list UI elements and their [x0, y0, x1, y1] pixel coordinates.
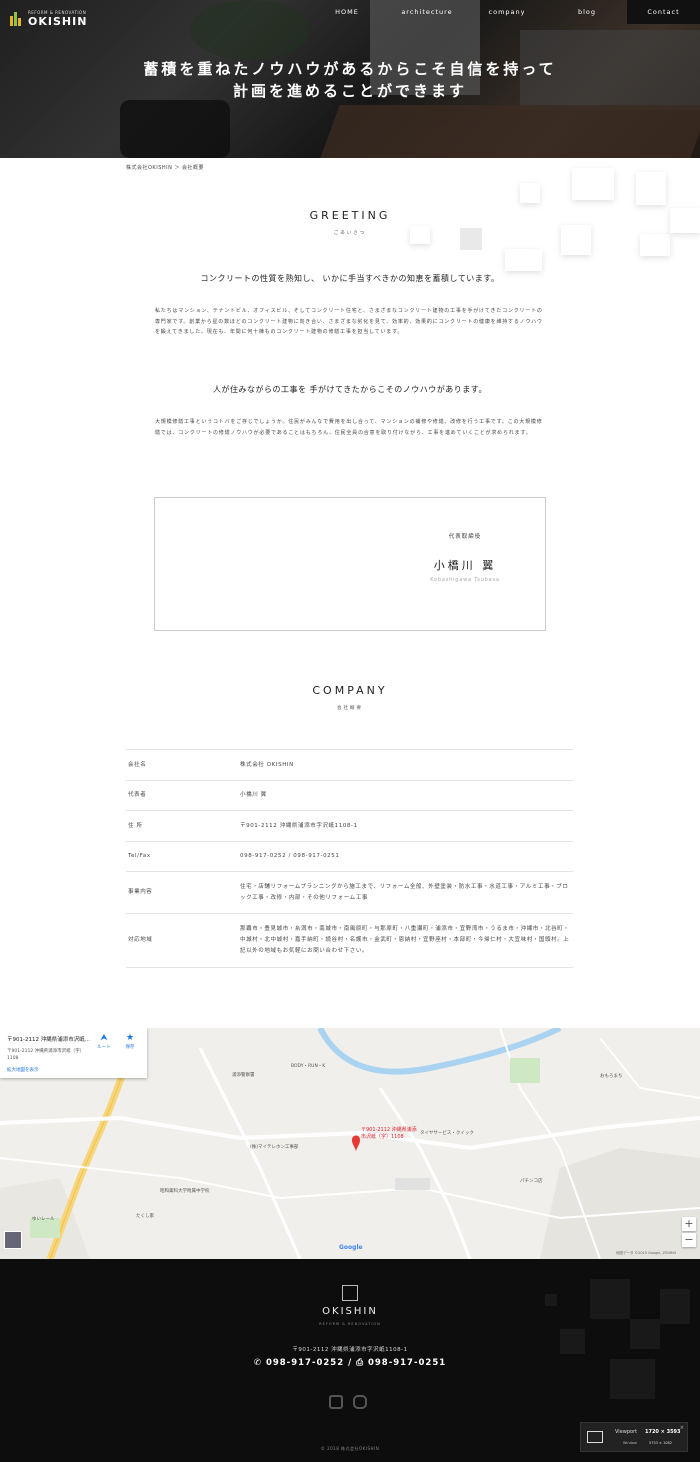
footer-address: 〒901-2112 沖縄県浦添市字沢岻1108-1	[292, 1347, 408, 1353]
map-place-label: ゆいレール	[32, 1217, 55, 1222]
greeting-title: GREETING	[309, 209, 391, 222]
decor-square	[640, 234, 670, 256]
footer-tel[interactable]: 098-917-0252	[266, 1358, 344, 1368]
ceo-name-romaji: Kobashigawa Tsubasa	[430, 577, 500, 583]
global-nav: HOME architecture company blog Contact	[307, 0, 700, 24]
ceo-card: 代表取締役 小橋川 翼 Kobashigawa Tsubasa	[154, 497, 546, 631]
row-value: 小橋川 翼	[240, 780, 573, 811]
fax-icon: ⎙	[356, 1358, 368, 1368]
viewport-overlay: Viewport 1720 × 3593 Window 5753 × 1082 …	[580, 1422, 688, 1452]
map-place-label: たくし家	[136, 1214, 154, 1219]
logo-mark-icon	[10, 12, 24, 26]
row-value: 〒901-2112 沖縄県浦添市字沢岻1108-1	[240, 810, 573, 842]
row-key: 事業内容	[126, 871, 240, 914]
map-place-label: BODY・RUN・K	[291, 1064, 326, 1069]
footer-logo-tagline: REFORM & RENOVATION	[319, 1322, 381, 1326]
nav-blog[interactable]: blog	[547, 0, 627, 24]
map-place-label: パチンコ店	[520, 1179, 543, 1184]
greeting-body-2: 大規模修繕工事というコトバをご存じでしょうか。住民がみんなで費用を出し合って、マ…	[155, 419, 543, 436]
viewport-label: Viewport	[615, 1429, 638, 1435]
greeting-subtitle: ごあいさつ	[333, 231, 367, 236]
logo-name: OKISHIN	[28, 15, 88, 28]
page: REFORM & RENOVATION OKISHIN HOME archite…	[0, 0, 700, 1462]
map-place-label: 浦添警察署	[232, 1073, 255, 1078]
table-row: 住 所 〒901-2112 沖縄県浦添市字沢岻1108-1	[126, 810, 573, 842]
zoom-out-button[interactable]: −	[682, 1233, 696, 1247]
map-place-label: おもろまち	[600, 1074, 623, 1079]
company-info-table: 会社名 株式会社 OKISHIN 代表者 小橋川 翼 住 所 〒901-2112…	[126, 749, 573, 968]
star-icon: ★	[125, 1033, 135, 1043]
decor-square	[520, 183, 540, 203]
row-value: 株式会社 OKISHIN	[240, 749, 573, 781]
table-row: Tel/Fax 098-917-0252 / 098-917-0251	[126, 841, 573, 872]
row-key: 対応地域	[126, 913, 240, 968]
footer-logo[interactable]: OKISHIN	[0, 1306, 700, 1317]
monitor-icon	[587, 1431, 603, 1443]
map-copyright: 地図データ ©2019 Google, ZENRIN	[615, 1251, 676, 1255]
map-card-address: 〒901-2112 沖縄県浦添市沢岻（字）1108	[7, 1049, 85, 1061]
row-key: 会社名	[126, 749, 240, 781]
map-place-label: タイヤサービス・クイック	[420, 1131, 474, 1136]
google-logo: Google	[339, 1244, 363, 1251]
viewport-value: 1720 × 3593	[645, 1429, 681, 1435]
instagram-icon[interactable]	[353, 1395, 367, 1409]
table-row: 対応地域 那覇市・豊見城市・糸満市・南城市・南風原町・与那原町・八重瀬町・浦添市…	[126, 913, 573, 968]
map-route-button[interactable]: ⮝ ルート	[93, 1033, 115, 1050]
satellite-toggle[interactable]	[4, 1231, 22, 1249]
decor-square	[505, 249, 542, 271]
company-subtitle: 会社概要	[337, 706, 363, 711]
nav-contact-button[interactable]: Contact	[627, 0, 700, 24]
map-enlarge-link[interactable]: 拡大地図を表示	[7, 1067, 39, 1073]
hero-title-line-1: 蓄積を重ねたノウハウがあるからこそ自信を持って	[143, 60, 557, 78]
table-row: 事業内容 住宅・店舗リフォームプランニングから施工まで、リフォーム全般、外壁塗装…	[126, 871, 573, 914]
footer-phone: ✆ 098-917-0252 / ⎙ 098-917-0251	[253, 1358, 447, 1368]
nav-home[interactable]: HOME	[307, 0, 387, 24]
route-label: ルート	[97, 1045, 111, 1050]
map-pin-label[interactable]: 〒901-2112 沖縄県浦添市沢岻（字）1108	[361, 1127, 421, 1141]
greeting-body-1: 私たちはマンション、テナントビル、オフィスビル、そしてコンクリート住宅と、さまざ…	[155, 308, 543, 335]
row-value: 那覇市・豊見城市・糸満市・南城市・南風原町・与那原町・八重瀬町・浦添市・宜野湾市…	[240, 913, 573, 968]
site-logo[interactable]: REFORM & RENOVATION OKISHIN	[10, 10, 87, 28]
directions-icon: ⮝	[100, 1033, 108, 1043]
phone-icon: ✆	[253, 1358, 266, 1368]
footer-logo-mark-icon	[342, 1285, 358, 1301]
greeting-lead-1: コンクリートの性質を熟知し、 いかに手当すべきかの知恵を蓄積しています。	[200, 274, 500, 283]
row-value: 098-917-0252 / 098-917-0251	[240, 841, 573, 872]
table-row: 会社名 株式会社 OKISHIN	[126, 749, 573, 781]
hero-title: 蓄積を重ねたノウハウがあるからこそ自信を持って 計画を進めることができます	[0, 58, 700, 102]
row-value: 住宅・店舗リフォームプランニングから施工まで、リフォーム全般、外壁塗装・防水工事…	[240, 871, 573, 914]
window-value: 5753 × 1082	[649, 1441, 672, 1445]
decor-square	[572, 168, 614, 200]
map-save-button[interactable]: ★ 保存	[119, 1033, 141, 1050]
row-key: 代表者	[126, 780, 240, 811]
footer-fax: 098-917-0251	[367, 1358, 447, 1368]
hero-section: REFORM & RENOVATION OKISHIN HOME archite…	[0, 0, 700, 158]
ceo-role: 代表取締役	[448, 534, 482, 540]
save-label: 保存	[125, 1045, 135, 1050]
window-label: Window	[623, 1441, 637, 1445]
site-footer: OKISHIN REFORM & RENOVATION 〒901-2112 沖縄…	[0, 1259, 700, 1462]
hero-title-line-2: 計画を進めることができます	[232, 82, 467, 100]
nav-company[interactable]: company	[467, 0, 547, 24]
map-card-title: 〒901-2112 沖縄県浦添市沢岻...	[7, 1037, 90, 1043]
row-key: Tel/Fax	[126, 841, 240, 872]
decor-square	[636, 172, 666, 205]
map-place-label: 昭和薬科大学附属中学校	[160, 1189, 210, 1194]
table-row: 代表者 小橋川 翼	[126, 780, 573, 811]
breadcrumb[interactable]: 株式会社OKISHIN ＞ 会社概要	[126, 164, 204, 171]
social-links	[329, 1395, 367, 1409]
google-map[interactable]: 〒901-2112 沖縄県浦添市沢岻（字）1108 BODY・RUN・K タイヤ…	[0, 1028, 700, 1259]
zoom-in-button[interactable]: +	[682, 1217, 696, 1231]
facebook-icon[interactable]	[329, 1395, 343, 1409]
map-info-card: 〒901-2112 沖縄県浦添市沢岻... 〒901-2112 沖縄県浦添市沢岻…	[0, 1028, 147, 1078]
company-title: COMPANY	[312, 684, 388, 697]
greeting-lead-2: 人が住みながらの工事を 手がけてきたからこそのノウハウがあります。	[213, 385, 487, 394]
nav-architecture[interactable]: architecture	[387, 0, 467, 24]
ceo-name: 小橋川 翼	[433, 559, 497, 572]
close-icon[interactable]: ×	[680, 1425, 684, 1431]
map-place-label: (株)マイテレホン工事部	[250, 1145, 299, 1150]
decor-square	[545, 1294, 557, 1306]
row-key: 住 所	[126, 810, 240, 842]
